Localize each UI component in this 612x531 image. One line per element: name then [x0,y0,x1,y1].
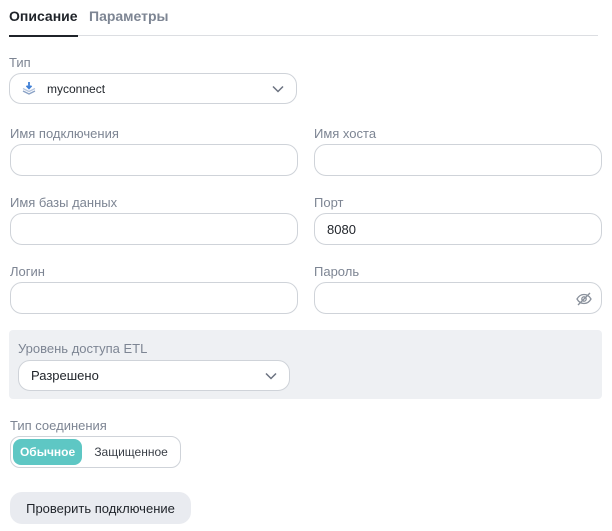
etl-access-label: Уровень доступа ETL [18,341,148,356]
database-name-field[interactable] [10,213,298,245]
host-name-field[interactable] [314,144,602,176]
port-field[interactable]: 8080 [314,213,602,245]
chevron-down-icon [272,85,284,93]
host-name-label: Имя хоста [314,126,377,141]
download-stack-icon [20,80,38,98]
login-field[interactable] [10,282,298,314]
tab-parameters[interactable]: Параметры [89,8,169,36]
connection-name-field[interactable] [10,144,298,176]
etl-access-value: Разрешено [31,368,99,383]
etl-access-select[interactable]: Разрешено [18,360,290,391]
connection-type-normal[interactable]: Обычное [13,439,83,465]
port-label: Порт [314,195,344,210]
database-name-label: Имя базы данных [10,195,118,210]
check-connection-button[interactable]: Проверить подключение [10,492,191,524]
connection-name-label: Имя подключения [10,126,119,141]
tab-description[interactable]: Описание [9,8,78,37]
tabs-bar: Описание Параметры [9,0,598,37]
connection-type-toggle: Обычное Защищенное [10,436,181,468]
connection-type-label: Тип соединения [10,418,107,433]
connection-type-secure[interactable]: Защищенное [84,439,178,465]
type-label: Тип [9,55,31,70]
type-select[interactable]: myconnect [9,73,297,104]
password-field[interactable] [314,282,602,314]
type-select-value: myconnect [47,81,106,96]
login-label: Логин [10,264,45,279]
eye-off-icon[interactable] [576,291,592,307]
chevron-down-icon [265,372,277,380]
password-label: Пароль [314,264,360,279]
